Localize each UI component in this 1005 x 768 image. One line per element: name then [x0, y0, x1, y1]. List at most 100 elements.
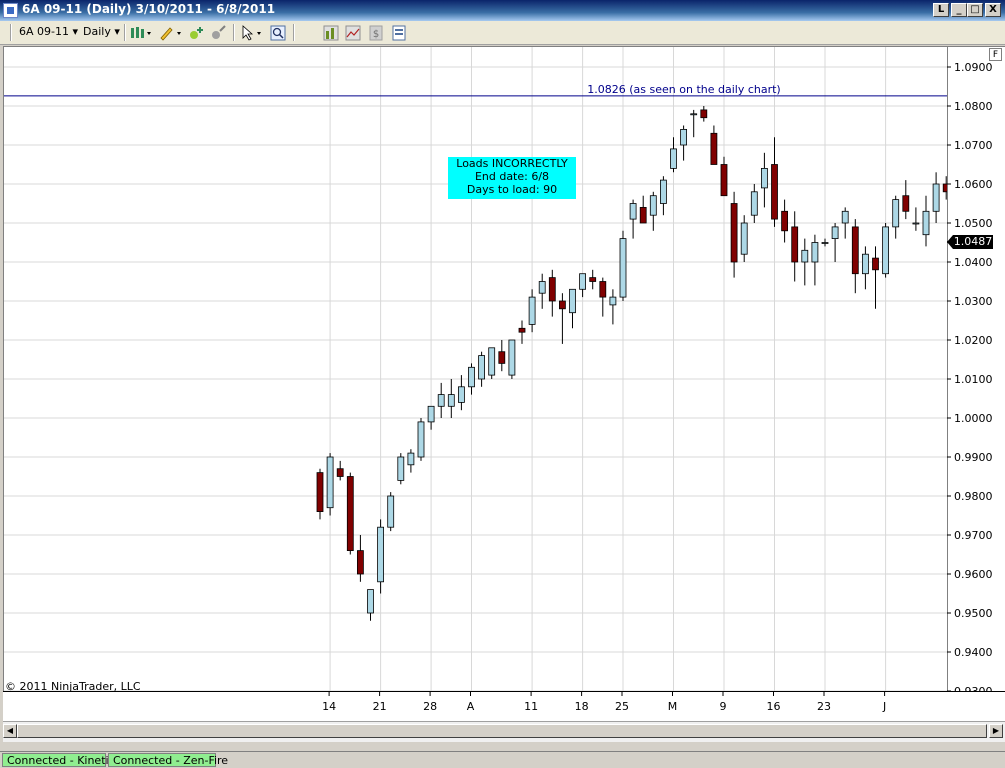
candle [801, 238, 809, 286]
time-axis[interactable]: 14 21 28 A 11 18 25 M 9 16 23 J [3, 691, 1005, 722]
candle [599, 277, 607, 317]
candle [508, 339, 516, 379]
candle-body [488, 347, 496, 376]
candle-body [508, 339, 516, 376]
candle-body [720, 164, 728, 197]
strategy-icon[interactable] [210, 25, 226, 41]
toolbar-separator [124, 24, 126, 41]
drawing-pencil-icon[interactable] [158, 25, 182, 41]
chart-panel[interactable]: 1.0954 (as seen on hourly chart)1.0826 (… [3, 46, 948, 692]
candlestick-style-icon[interactable] [130, 25, 152, 41]
candle [579, 273, 586, 298]
candle [548, 269, 556, 317]
x-tick-label: 14 [322, 700, 336, 713]
candle [660, 176, 667, 216]
y-tick-label: 1.0700 [954, 139, 993, 152]
candle-body [397, 456, 405, 481]
candle-body [457, 386, 465, 403]
candle [397, 453, 405, 485]
candle-body [346, 476, 354, 551]
candle-body [639, 206, 647, 224]
y-tick-label: 0.9400 [954, 646, 993, 659]
add-indicator-icon[interactable] [188, 25, 204, 41]
candle [781, 199, 788, 243]
candle [680, 125, 687, 161]
candle-body [730, 203, 738, 263]
candle-body [387, 495, 395, 528]
candle [387, 492, 395, 532]
candle [488, 347, 496, 379]
scroll-thumb[interactable] [17, 724, 987, 738]
scroll-right-button[interactable]: ▶ [989, 724, 1003, 738]
bar-chart-icon[interactable] [323, 25, 339, 41]
y-tick-label: 1.0500 [954, 217, 993, 230]
money-icon[interactable]: $ [368, 25, 384, 41]
toolbar-separator [233, 24, 235, 41]
candle [882, 223, 889, 278]
candle-body [356, 550, 364, 575]
x-tick-label: 25 [615, 700, 629, 713]
candle [619, 230, 627, 301]
candle-body [579, 273, 586, 290]
candle [902, 180, 910, 220]
candle-body [690, 113, 698, 116]
candle-body [862, 253, 869, 275]
candle [932, 172, 940, 223]
candle [559, 293, 566, 344]
x-tick-label: J [882, 700, 886, 713]
annotation-line-1: Loads INCORRECTLY [456, 157, 568, 170]
candle-body [670, 148, 677, 169]
candle [710, 125, 718, 165]
maximize-button[interactable]: □ [967, 3, 983, 17]
line-chart-icon[interactable] [345, 25, 361, 41]
candle-body [872, 257, 879, 271]
candle-body [447, 394, 455, 407]
y-tick-label: 1.0100 [954, 373, 993, 386]
candle-body [377, 526, 385, 583]
candle-body [367, 589, 374, 614]
chevron-down-icon: ▾ [72, 25, 79, 38]
x-tick-label: 11 [524, 700, 538, 713]
horizontal-scrollbar[interactable]: ◀ ▶ [3, 721, 1005, 742]
toolbar: 6A 09-11 ▾ Daily ▾ $ [0, 21, 1005, 45]
candle [407, 449, 415, 473]
candle [468, 363, 475, 395]
minimize-button[interactable]: _ [951, 3, 967, 17]
candle [478, 351, 486, 387]
candle-body [619, 238, 627, 298]
properties-icon[interactable] [391, 25, 407, 41]
candle [761, 152, 768, 208]
title-bar: 6A 09-11 (Daily) 3/10/2011 - 6/8/2011 L … [0, 0, 1005, 21]
candle-body [629, 203, 637, 220]
annotation-box[interactable]: Loads INCORRECTLY End date: 6/8 Days to … [448, 157, 576, 199]
period-selector[interactable]: Daily ▾ [83, 25, 120, 38]
period-label: Daily [83, 25, 111, 38]
candle [336, 460, 344, 481]
instrument-selector[interactable]: 6A 09-11 ▾ [19, 25, 78, 38]
zoom-icon[interactable] [270, 25, 286, 41]
candle-body [771, 164, 778, 220]
price-chart[interactable]: 1.0954 (as seen on hourly chart)1.0826 (… [4, 47, 948, 692]
y-tick-label: 1.0000 [954, 412, 993, 425]
annotation-line-2: End date: 6/8 [474, 170, 550, 183]
price-axis[interactable]: 1.0900 1.0800 1.0700 1.0600 1.0500 1.0400 1.03… [947, 46, 1005, 692]
close-button[interactable]: X [985, 3, 1001, 17]
x-tick-label: 9 [720, 700, 727, 713]
candle [922, 195, 930, 247]
scroll-left-button[interactable]: ◀ [3, 724, 17, 738]
candle [831, 223, 839, 262]
candle-body [518, 327, 526, 333]
candle-body [791, 226, 799, 263]
candle-body [892, 199, 900, 228]
candle [427, 405, 435, 430]
candle [639, 195, 647, 224]
candle-body [851, 226, 859, 275]
link-button[interactable]: L [933, 3, 949, 17]
candle-body [740, 222, 748, 255]
candle-body [831, 226, 839, 239]
cursor-icon[interactable] [240, 25, 264, 41]
candle [649, 191, 657, 231]
y-tick-label: 1.0200 [954, 334, 993, 347]
candle-body [599, 281, 607, 298]
axis-f-button[interactable]: F [989, 48, 1002, 61]
